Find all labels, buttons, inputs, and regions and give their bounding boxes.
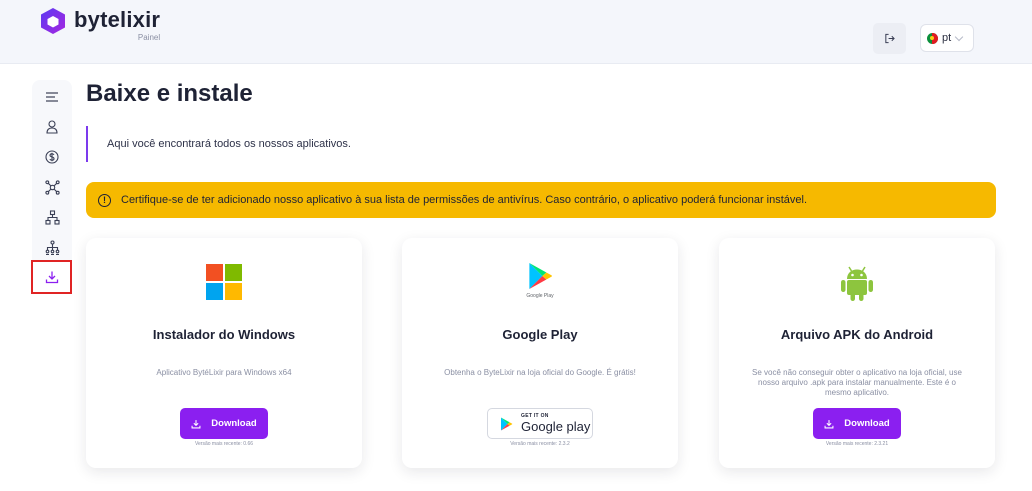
version-text: Versão mais recente: 2.3.21 [825, 441, 889, 447]
brand-subtitle: Painel [137, 33, 161, 42]
referral-tree-icon [45, 239, 59, 255]
language-select[interactable]: pt [920, 24, 974, 52]
download-icon [824, 419, 834, 428]
download-label: Download [844, 418, 890, 429]
sidebar-item-devices[interactable] [32, 173, 72, 201]
windows-installer-card: Instalador do Windows Aplicativo BytéLix… [86, 238, 362, 468]
google-play-badge-button[interactable]: GET IT ON Google play [487, 408, 593, 439]
sidebar [32, 80, 72, 290]
language-value: pt [942, 32, 952, 44]
download-icon [191, 419, 201, 428]
google-play-caption: Google Play [526, 293, 554, 299]
sitemap-icon [44, 209, 60, 225]
intro-text: Aqui você encontrará todos os nossos apl… [86, 126, 351, 162]
google-play-card: Google Play Google Play Obtenha o ByteLi… [402, 238, 678, 468]
card-description: Aplicativo BytéLixir para Windows x64 [156, 368, 292, 377]
version-text: Versão mais recente: 2.3.2 [510, 441, 570, 447]
card-description: Se você não conseguir obter o aplicativo… [752, 368, 962, 397]
sidebar-item-profile[interactable] [32, 113, 72, 141]
android-apk-card: Arquivo APK do Android Se você não conse… [719, 238, 995, 468]
network-icon [44, 179, 60, 195]
info-icon: ! [98, 193, 111, 207]
card-title: Instalador do Windows [152, 327, 296, 342]
download-icon [45, 271, 58, 284]
page-title: Baixe e instale [86, 80, 253, 107]
logo-hexagon-icon [41, 8, 65, 34]
top-bar: bytelixir Painel pt [0, 0, 1032, 64]
card-title: Google Play [502, 327, 578, 342]
version-text: Versão mais recente: 0.66 [194, 441, 254, 447]
alert-text: Certifique-se de ter adicionado nosso ap… [121, 194, 808, 206]
antivirus-warning-alert: ! Certifique-se de ter adicionado nosso … [86, 182, 996, 218]
apk-download-button[interactable]: Download [813, 408, 901, 439]
windows-logo-icon [206, 264, 242, 300]
android-icon [841, 266, 873, 301]
user-icon [46, 120, 58, 134]
portugal-flag-icon [927, 32, 938, 44]
dollar-icon [45, 150, 59, 164]
logout-button[interactable] [873, 23, 906, 54]
google-play-icon [529, 263, 552, 289]
card-description: Obtenha o ByteLixir na loja oficial do G… [444, 368, 636, 377]
windows-download-button[interactable]: Download [180, 408, 268, 439]
menu-icon [46, 92, 58, 102]
intro-label: Aqui você encontrará todos os nossos apl… [107, 138, 351, 150]
sidebar-item-structure[interactable] [32, 203, 72, 231]
card-title: Arquivo APK do Android [780, 327, 934, 342]
chevron-down-icon [954, 32, 964, 41]
download-label: Download [211, 418, 257, 429]
sidebar-item-earnings[interactable] [32, 143, 72, 171]
logo[interactable]: bytelixir Painel [40, 7, 160, 42]
google-play-icon [501, 417, 513, 430]
sidebar-item-menu[interactable] [32, 83, 72, 111]
sidebar-item-referrals[interactable] [32, 233, 72, 261]
brand-name: bytelixir [74, 7, 161, 32]
google-play-logo: Google Play [526, 262, 554, 299]
badge-big-text: Google play [521, 419, 591, 434]
sidebar-item-downloads[interactable] [31, 260, 72, 294]
logout-icon [885, 33, 895, 44]
